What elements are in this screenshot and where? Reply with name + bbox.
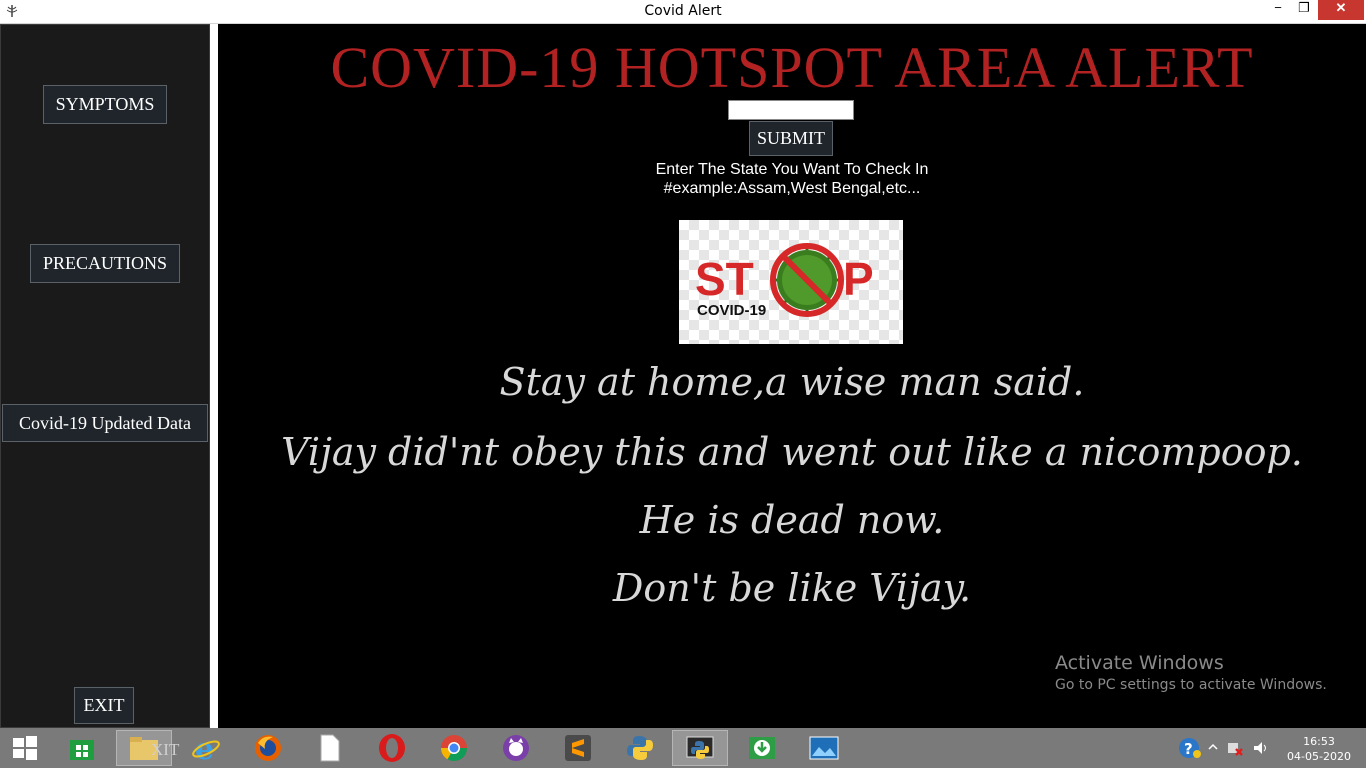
clock-time: 16:53: [1303, 735, 1335, 748]
download-icon[interactable]: [734, 730, 790, 766]
volume-icon[interactable]: [1252, 739, 1270, 757]
virus-icon: [770, 243, 844, 317]
taskbar-overlay-text: XIT: [151, 740, 180, 759]
window-titlebar: Covid Alert − ❐ ✕: [0, 0, 1366, 24]
window-title: Covid Alert: [644, 3, 722, 19]
opera-icon[interactable]: [364, 730, 420, 766]
symptoms-button[interactable]: SYMPTOMS: [43, 85, 167, 124]
hint-line-2: #example:Assam,West Bengal,etc...: [663, 180, 921, 197]
close-button[interactable]: ✕: [1318, 0, 1364, 20]
stop-caption: COVID-19: [697, 302, 766, 319]
stop-covid-graphic: ST P COVID-19: [695, 243, 874, 319]
show-hidden-icons-icon[interactable]: [1208, 742, 1218, 752]
python-icon[interactable]: [672, 730, 728, 766]
file-explorer-icon[interactable]: XIT: [116, 730, 179, 766]
quote-line-2: Vijay did'nt obey this and went out like…: [281, 430, 1303, 474]
stop-word-left: ST: [695, 253, 754, 305]
maximize-button[interactable]: ❐: [1292, 0, 1316, 20]
sublime-text-icon[interactable]: [550, 730, 606, 766]
exit-button[interactable]: EXIT: [74, 687, 134, 724]
clock-date: 04-05-2020: [1287, 750, 1351, 763]
page-title: COVID-19 HOTSPOT AREA ALERT: [330, 35, 1254, 100]
clock[interactable]: 16:53 04-05-2020: [1284, 734, 1354, 764]
store-icon[interactable]: [54, 730, 110, 766]
activate-windows-title: Activate Windows: [1055, 652, 1224, 674]
firefox-icon[interactable]: [240, 730, 296, 766]
quote-line-1: Stay at home,a wise man said.: [499, 360, 1085, 404]
internet-explorer-icon[interactable]: e: [178, 730, 234, 766]
quote-line-3: He is dead now.: [639, 498, 945, 542]
quote-line-4: Don't be like Vijay.: [612, 566, 972, 610]
python-idle-icon[interactable]: [612, 730, 668, 766]
chrome-icon[interactable]: [426, 730, 482, 766]
svg-text:?: ?: [1184, 740, 1193, 758]
file-icon[interactable]: [302, 730, 358, 766]
system-tray: ?: [1178, 728, 1278, 768]
precautions-button[interactable]: PRECAUTIONS: [30, 244, 180, 283]
hint-line-1: Enter The State You Want To Check In: [655, 161, 929, 178]
stop-word-right: P: [843, 253, 874, 305]
photos-icon[interactable]: [796, 730, 852, 766]
covid-updated-data-button[interactable]: Covid-19 Updated Data: [2, 404, 208, 442]
taskbar: XIT e ? 16:53 04-05-2020: [0, 728, 1366, 768]
help-icon[interactable]: ?: [1178, 736, 1202, 760]
sidebar: SYMPTOMS PRECAUTIONS Covid-19 Updated Da…: [0, 24, 210, 728]
submit-button[interactable]: SUBMIT: [749, 121, 833, 156]
minimize-button[interactable]: −: [1266, 0, 1290, 20]
network-disconnected-icon[interactable]: [1226, 739, 1244, 757]
activate-windows-subtitle: Go to PC settings to activate Windows.: [1055, 677, 1327, 693]
start-icon[interactable]: [0, 730, 50, 766]
stop-covid-image: ST P COVID-19: [679, 220, 903, 344]
github-icon[interactable]: [488, 730, 544, 766]
state-input[interactable]: [728, 100, 854, 120]
main-panel: COVID-19 HOTSPOT AREA ALERT SUBMIT Enter…: [218, 24, 1366, 728]
